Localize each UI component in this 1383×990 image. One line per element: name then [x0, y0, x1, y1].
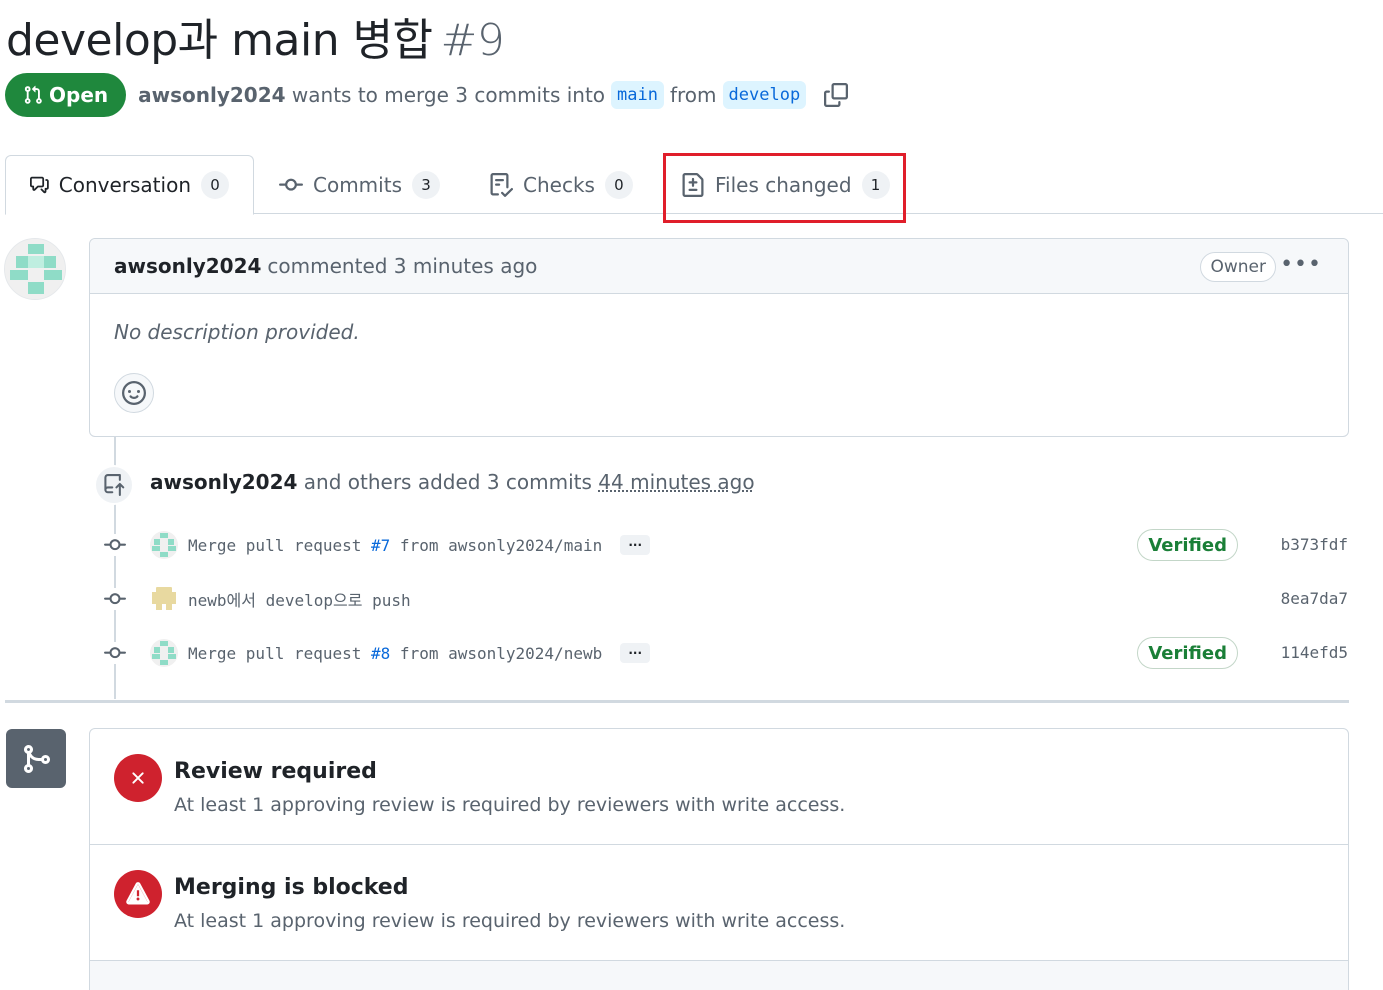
- commit-sha[interactable]: 8ea7da7: [1281, 589, 1348, 608]
- merge-footer: [90, 961, 1348, 990]
- verified-badge[interactable]: Verified: [1137, 529, 1238, 561]
- git-commit-icon: [100, 534, 130, 556]
- comment-body: No description provided.: [114, 320, 360, 344]
- review-required-desc: At least 1 approving review is required …: [174, 794, 846, 816]
- comment-meta[interactable]: commented 3 minutes ago: [267, 254, 537, 278]
- review-required-section: Review required At least 1 approving rev…: [90, 729, 1348, 845]
- pr-title-text: develop과 main 병합: [6, 15, 433, 66]
- pr-meta-row: Open awsonly2024 wants to merge 3 commit…: [5, 73, 850, 117]
- tab-checks[interactable]: Checks 0: [465, 155, 657, 214]
- copy-icon: [824, 83, 849, 107]
- comment-header: awsonly2024 commented 3 minutes ago Owne…: [90, 239, 1348, 294]
- comment-box: awsonly2024 commented 3 minutes ago Owne…: [89, 238, 1349, 437]
- commit-message[interactable]: Merge pull request #8 from awsonly2024/n…: [188, 644, 602, 663]
- pr-tabs: Conversation 0 Commits 3 Checks 0 Files …: [5, 155, 1383, 215]
- pr-meta-text: awsonly2024 wants to merge 3 commits int…: [138, 81, 850, 109]
- tab-checks-count: 0: [604, 170, 633, 199]
- commit-avatar[interactable]: [150, 585, 178, 613]
- commit-row: Merge pull request #7 from awsonly2024/m…: [100, 527, 1350, 563]
- push-event-time[interactable]: 44 minutes ago: [598, 470, 754, 494]
- tab-files-changed-label: Files changed: [715, 172, 852, 197]
- commit-avatar[interactable]: [150, 639, 178, 667]
- commit-row: newb에서 develop으로 push 8ea7da7: [100, 581, 1350, 617]
- file-diff-icon: [682, 172, 704, 197]
- kebab-menu-icon[interactable]: •••: [1280, 254, 1322, 276]
- from-text: from: [669, 83, 717, 107]
- state-label: Open: [49, 83, 109, 107]
- pr-number: #9: [440, 15, 505, 66]
- tab-commits[interactable]: Commits 3: [255, 155, 464, 214]
- owner-badge: Owner: [1200, 252, 1276, 282]
- git-commit-icon: [100, 642, 130, 664]
- pr-author-link[interactable]: awsonly2024: [138, 83, 285, 107]
- commit-row: Merge pull request #8 from awsonly2024/n…: [100, 635, 1350, 671]
- comment-discussion-icon: [30, 176, 49, 194]
- copy-branch-button[interactable]: [822, 81, 850, 109]
- commit-sha[interactable]: 114efd5: [1281, 643, 1348, 662]
- add-reaction-button[interactable]: [114, 373, 154, 413]
- merging-blocked-desc: At least 1 approving review is required …: [174, 910, 846, 932]
- push-event-desc: and others added 3 commits: [303, 470, 592, 494]
- push-author-link[interactable]: awsonly2024: [150, 470, 297, 494]
- review-required-title: Review required: [174, 759, 377, 784]
- tab-files-changed-count: 1: [861, 170, 890, 199]
- tab-files-changed[interactable]: Files changed 1: [657, 155, 914, 214]
- push-event-text: awsonly2024 and others added 3 commits 4…: [150, 470, 755, 494]
- commit-message[interactable]: newb에서 develop으로 push: [188, 587, 411, 611]
- timeline-break: [5, 700, 1349, 703]
- commit-sha[interactable]: b373fdf: [1281, 535, 1348, 554]
- verified-badge[interactable]: Verified: [1137, 637, 1238, 669]
- git-pull-request-icon: [24, 85, 42, 104]
- checklist-icon: [490, 172, 513, 197]
- comment-author-link[interactable]: awsonly2024: [114, 254, 261, 278]
- merging-blocked-section: Merging is blocked At least 1 approving …: [90, 845, 1348, 961]
- tab-checks-label: Checks: [523, 172, 595, 197]
- base-branch[interactable]: main: [611, 81, 664, 109]
- merge-box: Review required At least 1 approving rev…: [89, 728, 1349, 990]
- tab-commits-label: Commits: [313, 172, 402, 197]
- pr-title: develop과 main 병합 #9: [6, 4, 505, 68]
- smiley-icon: [122, 381, 146, 405]
- commit-pr-link[interactable]: #7: [371, 536, 390, 555]
- repo-push-icon: [94, 465, 134, 505]
- merging-blocked-title: Merging is blocked: [174, 875, 409, 900]
- git-commit-icon: [279, 178, 303, 191]
- expand-commit-button[interactable]: ···: [620, 535, 651, 555]
- commit-pr-link[interactable]: #8: [371, 644, 390, 663]
- commit-avatar[interactable]: [150, 531, 178, 559]
- tab-commits-count: 3: [411, 170, 440, 199]
- git-commit-icon: [100, 588, 130, 610]
- tab-conversation-count: 0: [201, 171, 229, 199]
- commit-message[interactable]: Merge pull request #7 from awsonly2024/m…: [188, 536, 602, 555]
- tab-conversation-label: Conversation: [58, 173, 191, 197]
- x-icon: [114, 754, 162, 802]
- tab-conversation[interactable]: Conversation 0: [5, 155, 254, 215]
- head-branch[interactable]: develop: [722, 81, 807, 109]
- git-merge-icon: [6, 729, 66, 788]
- pr-action-text: wants to merge 3 commits into: [291, 83, 606, 107]
- expand-commit-button[interactable]: ···: [620, 643, 651, 663]
- alert-icon: [114, 870, 162, 918]
- state-badge: Open: [5, 73, 127, 117]
- avatar[interactable]: [4, 238, 66, 300]
